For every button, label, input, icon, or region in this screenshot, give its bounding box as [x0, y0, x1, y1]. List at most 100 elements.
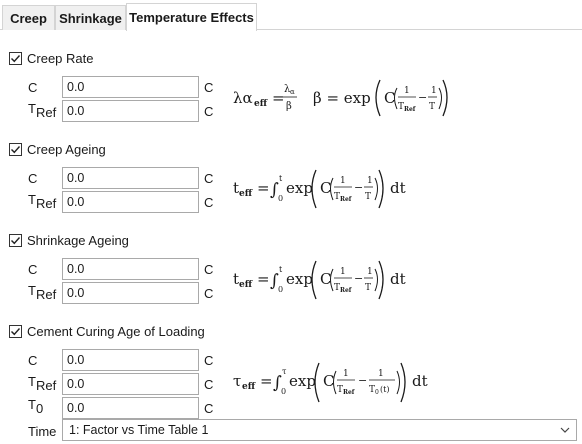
svg-text:C: C [323, 372, 334, 390]
svg-text:1: 1 [367, 176, 373, 186]
svg-text:=: = [257, 270, 270, 288]
creep-ageing-checkbox[interactable] [9, 143, 22, 156]
creep-ageing-c-unit: C [204, 171, 214, 186]
svg-text:dt: dt [412, 372, 428, 390]
creep-rate-formula: λα eff = λα β β = exp C 1 T Ref − 1 T [233, 79, 448, 117]
creep-ageing-checkbox-row[interactable]: Creep Ageing [9, 142, 106, 157]
creep-ageing-tref-input[interactable] [62, 191, 199, 213]
shrinkage-ageing-tref-unit: C [204, 286, 214, 301]
cement-curing-c-unit: C [204, 353, 214, 368]
svg-text:0: 0 [278, 285, 283, 294]
shrinkage-ageing-tref-label: TRef [28, 283, 57, 302]
svg-text:exp: exp [286, 179, 313, 197]
shrinkage-ageing-c-input[interactable] [62, 258, 199, 280]
checkmark-icon [11, 55, 21, 63]
creep-rate-c-input[interactable] [62, 76, 199, 98]
creep-rate-c-label: C [28, 80, 38, 95]
svg-text:−: − [354, 181, 363, 194]
creep-rate-checkbox[interactable] [9, 52, 22, 65]
shrinkage-ageing-c-label: C [28, 262, 38, 277]
creep-ageing-c-input[interactable] [62, 167, 199, 189]
svg-text:Ref: Ref [404, 106, 416, 113]
svg-text:α: α [290, 88, 295, 96]
svg-text:exp: exp [289, 372, 316, 390]
creep-ageing-tref-unit: C [204, 195, 214, 210]
svg-text:C: C [384, 89, 395, 107]
tab-bar: Creep Shrinkage Temperature Effects [0, 0, 582, 31]
svg-text:−: − [418, 91, 427, 104]
shrinkage-ageing-c-unit: C [204, 262, 214, 277]
creep-rate-tref-label: TRef [28, 101, 57, 120]
svg-text:−: − [358, 374, 367, 387]
checkmark-icon [11, 146, 21, 154]
checkmark-icon [11, 237, 21, 245]
svg-text:Ref: Ref [343, 389, 355, 396]
svg-text:β: β [286, 101, 292, 112]
cement-curing-checkbox[interactable] [9, 325, 22, 338]
cement-curing-t0-input[interactable] [62, 397, 199, 419]
shrinkage-ageing-checkbox[interactable] [9, 234, 22, 247]
checkmark-icon [11, 328, 21, 336]
svg-text:1: 1 [367, 267, 373, 277]
shrinkage-ageing-formula: t eff = ∫ 0 t exp C 1 T Ref − 1 T dt [233, 260, 406, 300]
creep-rate-tref-unit: C [204, 104, 214, 119]
tab-shrinkage[interactable]: Shrinkage [55, 5, 126, 30]
time-select-value: 1: Factor vs Time Table 1 [69, 423, 209, 437]
cement-curing-c-label: C [28, 353, 38, 368]
svg-text:eff: eff [239, 280, 253, 290]
svg-text:τ: τ [233, 372, 241, 390]
tab-temperature-effects[interactable]: Temperature Effects [126, 3, 257, 31]
cement-curing-tref-input[interactable] [62, 373, 199, 395]
creep-rate-c-unit: C [204, 80, 214, 95]
cement-curing-tref-label: TRef [28, 374, 57, 393]
svg-text:0: 0 [375, 389, 379, 396]
svg-text:=: = [257, 179, 270, 197]
svg-text:0: 0 [281, 387, 286, 396]
svg-text:0: 0 [278, 194, 283, 203]
svg-text:eff: eff [242, 382, 256, 392]
shrinkage-ageing-checkbox-row[interactable]: Shrinkage Ageing [9, 233, 129, 248]
chevron-down-icon [560, 427, 570, 433]
svg-text:λα: λα [233, 89, 253, 107]
svg-text:C: C [320, 270, 331, 288]
svg-text:dt: dt [390, 270, 406, 288]
svg-text:exp: exp [286, 270, 313, 288]
svg-text:τ: τ [282, 367, 287, 376]
svg-text:=: = [272, 89, 285, 107]
svg-text:Ref: Ref [340, 196, 352, 203]
svg-text:T: T [365, 283, 371, 293]
svg-text:Ref: Ref [340, 287, 352, 294]
svg-text:1: 1 [378, 369, 384, 379]
svg-text:t: t [279, 265, 283, 274]
svg-text:1: 1 [431, 86, 437, 96]
svg-text:1: 1 [343, 369, 349, 379]
svg-text:1: 1 [340, 176, 346, 186]
cement-curing-checkbox-row[interactable]: Cement Curing Age of Loading [9, 324, 205, 339]
creep-ageing-formula: t eff = ∫ 0 t exp C 1 T Ref − 1 T dt [233, 169, 406, 209]
cement-curing-t0-unit: C [204, 401, 214, 416]
shrinkage-ageing-label: Shrinkage Ageing [27, 233, 129, 248]
creep-rate-checkbox-row[interactable]: Creep Rate [9, 51, 93, 66]
svg-text:−: − [354, 272, 363, 285]
cement-curing-t0-label: T0 [28, 397, 44, 416]
creep-ageing-label: Creep Ageing [27, 142, 106, 157]
svg-text:1: 1 [340, 267, 346, 277]
svg-text:β = exp: β = exp [313, 89, 371, 107]
svg-text:eff: eff [254, 99, 268, 109]
svg-text:=: = [260, 372, 273, 390]
creep-ageing-c-label: C [28, 171, 38, 186]
tab-creep[interactable]: Creep [2, 5, 55, 30]
cement-curing-c-input[interactable] [62, 349, 199, 371]
creep-rate-tref-input[interactable] [62, 100, 199, 122]
svg-text:t: t [279, 174, 283, 183]
cement-curing-label: Cement Curing Age of Loading [27, 324, 205, 339]
svg-text:eff: eff [239, 189, 253, 199]
cement-curing-tref-unit: C [204, 377, 214, 392]
svg-text:T: T [429, 102, 435, 112]
svg-text:C: C [320, 179, 331, 197]
svg-text:(t): (t) [380, 385, 389, 394]
time-select[interactable]: 1: Factor vs Time Table 1 [62, 419, 577, 441]
shrinkage-ageing-tref-input[interactable] [62, 282, 199, 304]
creep-rate-label: Creep Rate [27, 51, 94, 66]
cement-curing-formula: τ eff = ∫ 0 τ exp C 1 T Ref − 1 T 0 (t) dt [233, 362, 428, 403]
